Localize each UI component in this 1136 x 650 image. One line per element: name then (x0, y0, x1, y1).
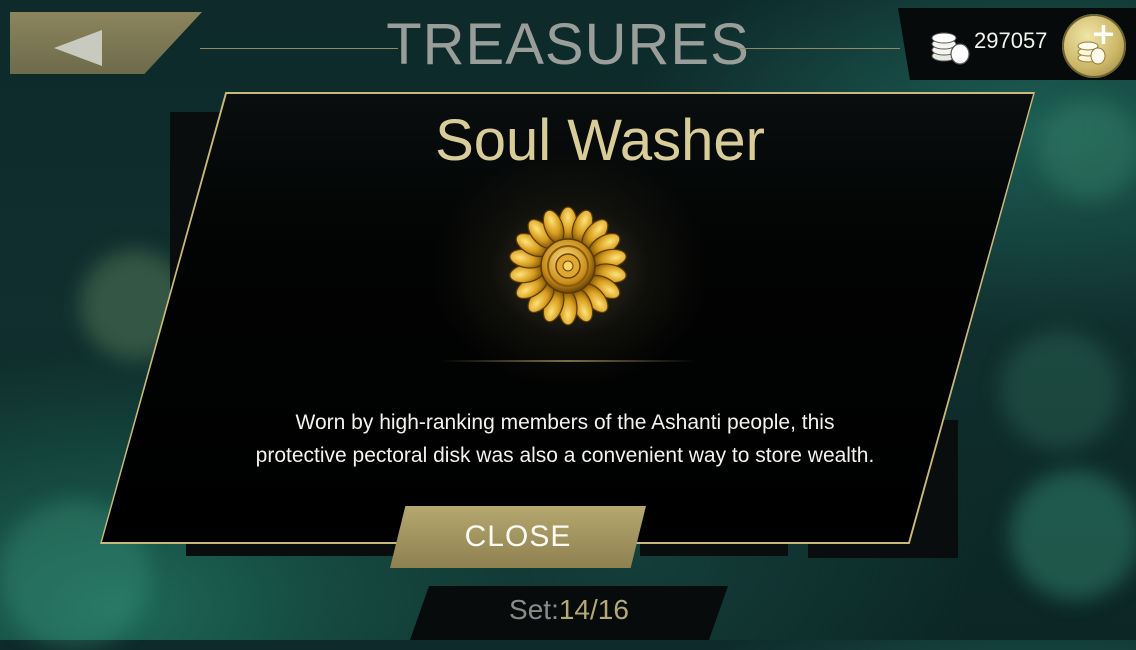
set-progress: Set:14/16 (410, 590, 728, 630)
modal-divider (440, 360, 696, 362)
bokeh-light (1040, 100, 1136, 200)
set-progress-label: Set: (509, 594, 559, 625)
set-progress-value: 14/16 (558, 594, 629, 625)
title-divider-right (738, 48, 900, 49)
add-icon: + (1090, 17, 1116, 52)
back-arrow-icon (54, 30, 102, 66)
close-button[interactable]: CLOSE (390, 506, 646, 568)
add-coins-button[interactable]: + (1062, 14, 1126, 78)
gold-flower-disk-icon (509, 206, 627, 326)
description-line: protective pectoral disk was also a conv… (255, 444, 875, 467)
coin-stack-icon (931, 32, 970, 65)
treasure-name: Soul Washer (435, 108, 765, 173)
title-divider-left (200, 48, 398, 49)
bokeh-light (1010, 470, 1136, 600)
coin-balance: 297057 (974, 28, 1048, 53)
back-button[interactable] (10, 12, 202, 74)
close-button-label: CLOSE (464, 520, 572, 553)
treasure-description: Worn by high-ranking members of the Asha… (200, 406, 930, 472)
description-line: Worn by high-ranking members of the Asha… (295, 411, 835, 434)
page-title: TREASURES (386, 12, 750, 77)
bokeh-light (1000, 330, 1120, 450)
